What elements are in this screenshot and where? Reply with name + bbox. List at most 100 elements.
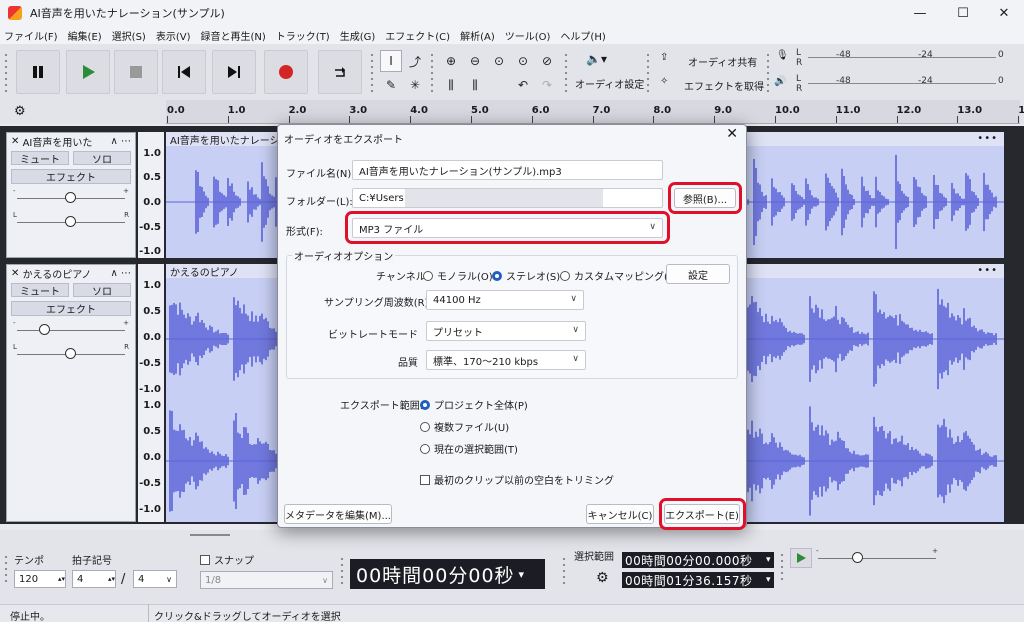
menu-effect[interactable]: エフェクト(C)	[385, 28, 450, 43]
menu-generate[interactable]: 生成(G)	[340, 28, 376, 43]
fit-project-icon[interactable]: ⊙	[512, 50, 534, 72]
selection-tool-icon[interactable]: I	[380, 50, 402, 72]
multi-tool-icon[interactable]: ✳	[404, 74, 426, 96]
selection-start[interactable]: 00時間00分00.000秒 ▾	[622, 552, 774, 568]
solo-button[interactable]: ソロ	[73, 283, 131, 298]
effects-button[interactable]: エフェクト	[11, 169, 131, 184]
playback-meter[interactable]: L R -48 -24 0	[796, 74, 1010, 94]
zoom-out-icon[interactable]: ⊖	[464, 50, 486, 72]
redo-icon[interactable]: ↷	[536, 74, 558, 96]
menu-analyze[interactable]: 解析(A)	[460, 28, 495, 43]
trim-checkbox[interactable]: 最初のクリップ以前の空白をトリミング	[420, 472, 614, 487]
mute-button[interactable]: ミュート	[11, 283, 69, 298]
channel-settings-button[interactable]: 設定	[666, 264, 730, 284]
trim-audio-icon[interactable]: ⫼	[440, 74, 462, 96]
loop-button[interactable]	[318, 50, 362, 94]
filename-input[interactable]: AI音声を用いたナレーション(サンプル).mp3	[352, 160, 663, 180]
share-icon[interactable]: ⇪	[660, 52, 668, 63]
envelope-tool-icon[interactable]: ⤴	[404, 50, 426, 72]
toolbar-grip[interactable]	[4, 554, 8, 584]
audio-settings-button[interactable]: オーディオ設定	[575, 76, 644, 91]
menu-view[interactable]: 表示(V)	[156, 28, 191, 43]
chevron-down-icon[interactable]: ▾	[766, 575, 771, 585]
timeline-ruler[interactable]: 0.0 1.0 2.0 3.0 4.0 5.0 6.0 7.0 8.0 9.0 10.0 11.0 12…	[166, 100, 1024, 124]
folder-input[interactable]: C:¥Users	[352, 188, 663, 208]
get-effects-button[interactable]: エフェクトを取得	[684, 78, 764, 93]
maximize-button[interactable]: ☐	[943, 0, 983, 26]
spinner-icon[interactable]: ▴▾	[108, 575, 115, 583]
track-name[interactable]: AI音声を用いた	[23, 134, 93, 149]
close-icon[interactable]: ✕	[726, 126, 738, 142]
channel-mono-radio[interactable]: モノラル(O)	[423, 268, 493, 283]
audio-share-button[interactable]: オーディオ共有	[688, 54, 757, 69]
channel-custom-radio[interactable]: カスタムマッピング(G)	[560, 268, 680, 283]
range-project-radio[interactable]: プロジェクト全体(P)	[420, 397, 528, 412]
track-name-header[interactable]: ✕ かえるのピアノ ∧ ⋯	[7, 265, 135, 281]
close-window-button[interactable]: ✕	[984, 0, 1024, 26]
chevron-down-icon[interactable]: ▾	[766, 555, 771, 565]
toolbar-grip[interactable]	[562, 556, 566, 586]
menu-help[interactable]: ヘルプ(H)	[560, 28, 605, 43]
zoom-in-icon[interactable]: ⊕	[440, 50, 462, 72]
toolbar-grip[interactable]	[370, 52, 374, 92]
track-name-header[interactable]: ✕ AI音声を用いた ∧ ⋯	[7, 133, 135, 149]
channel-stereo-radio[interactable]: ステレオ(S)	[492, 268, 560, 283]
track-name[interactable]: かえるのピアノ	[23, 266, 92, 281]
toolbar-grip[interactable]	[780, 552, 784, 582]
record-button[interactable]	[264, 50, 308, 94]
range-multiple-radio[interactable]: 複数ファイル(U)	[420, 419, 509, 434]
playback-speed-slider[interactable]: - +	[814, 546, 940, 570]
toolbar-grip[interactable]	[646, 52, 650, 92]
toolbar-grip[interactable]	[766, 52, 770, 92]
time-signature-denominator[interactable]: 4 ∨	[133, 570, 177, 588]
skip-to-end-button[interactable]	[212, 50, 256, 94]
toolbar-grip[interactable]	[4, 52, 8, 92]
recording-meter[interactable]: L R -48 -24 0	[796, 48, 1010, 68]
draw-tool-icon[interactable]: ✎	[380, 74, 402, 96]
sample-rate-select[interactable]: 44100 Hz ∨	[426, 290, 584, 310]
stop-button[interactable]	[114, 50, 158, 94]
gear-icon[interactable]: ⚙	[596, 570, 609, 586]
snap-select[interactable]: 1/8 ∨	[200, 571, 333, 589]
close-icon[interactable]: ✕	[11, 268, 23, 279]
chevron-down-icon[interactable]: ∨	[166, 575, 172, 584]
effects-button[interactable]: エフェクト	[11, 301, 131, 316]
playback-meter-icon[interactable]: 🔊	[774, 76, 786, 87]
skip-to-start-button[interactable]	[162, 50, 206, 94]
selection-end[interactable]: 00時間01分36.157秒 ▾	[622, 572, 774, 588]
cancel-button[interactable]: キャンセル(C)	[586, 504, 654, 524]
tempo-input[interactable]: 120 ▴▾	[14, 570, 66, 588]
minimize-button[interactable]: —	[900, 0, 940, 26]
silence-audio-icon[interactable]: ⫼	[464, 74, 486, 96]
gear-icon[interactable]: ⚙	[14, 104, 26, 119]
close-icon[interactable]: ✕	[11, 136, 23, 147]
time-signature-numerator[interactable]: 4 ▴▾	[72, 570, 116, 588]
pan-slider[interactable]: LR	[13, 210, 129, 234]
menu-file[interactable]: ファイル(F)	[4, 28, 58, 43]
menu-track[interactable]: トラック(T)	[276, 28, 330, 43]
play-button[interactable]	[66, 50, 110, 94]
chevron-down-icon[interactable]: ∨	[322, 576, 328, 585]
gain-slider[interactable]: - +	[13, 318, 129, 342]
clip-menu-icon[interactable]: •••	[977, 265, 998, 276]
resize-handle[interactable]	[190, 534, 230, 536]
play-at-speed-button[interactable]	[790, 548, 812, 568]
spinner-icon[interactable]: ▴▾	[58, 575, 65, 583]
menu-edit[interactable]: 編集(E)	[68, 28, 102, 43]
toolbar-grip[interactable]	[340, 556, 344, 586]
gain-slider[interactable]: - +	[13, 186, 129, 210]
quality-select[interactable]: 標準、170〜210 kbps ∨	[426, 350, 586, 370]
menu-tools[interactable]: ツール(O)	[505, 28, 551, 43]
zoom-toggle-icon[interactable]: ⊘	[536, 50, 558, 72]
pan-slider[interactable]: LR	[13, 342, 129, 366]
snap-checkbox[interactable]: スナップ	[200, 552, 254, 567]
clip-menu-icon[interactable]: •••	[977, 133, 998, 144]
menu-record-play[interactable]: 録音と再生(N)	[201, 28, 266, 43]
toolbar-grip[interactable]	[430, 52, 434, 92]
toolbar-grip[interactable]	[564, 52, 568, 92]
pause-button[interactable]	[16, 50, 60, 94]
edit-metadata-button[interactable]: メタデータを編集(M)...	[284, 504, 392, 524]
effects-icon[interactable]: ✧	[660, 76, 668, 87]
undo-icon[interactable]: ↶	[512, 74, 534, 96]
range-selection-radio[interactable]: 現在の選択範囲(T)	[420, 441, 518, 456]
